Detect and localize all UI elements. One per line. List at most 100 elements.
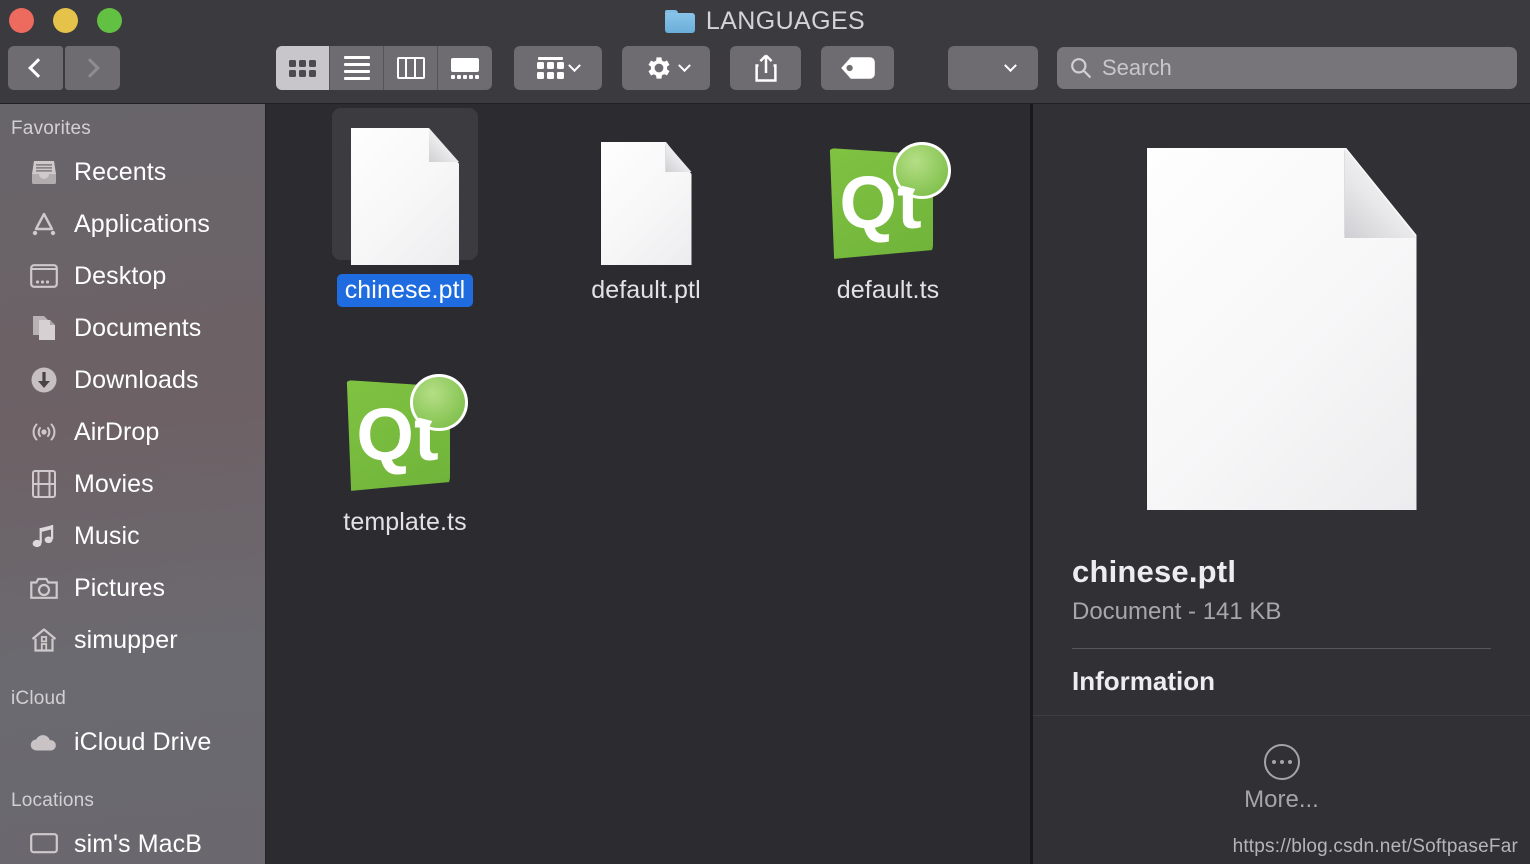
sidebar-item-recents[interactable]: Recents	[0, 146, 265, 198]
finder-window: LANGUAGES Search Favorites Recents Appli…	[0, 0, 1530, 864]
sidebar-item-applications[interactable]: Applications	[0, 198, 265, 250]
sidebar-item-desktop[interactable]: Desktop	[0, 250, 265, 302]
computer-icon	[28, 828, 60, 860]
sidebar-item-movies[interactable]: Movies	[0, 458, 265, 510]
sidebar-item-label: Desktop	[74, 261, 167, 290]
document-icon	[1146, 148, 1417, 510]
file-name: chinese.ptl	[336, 274, 474, 307]
file-item-default-ts[interactable]: Qt default.ts	[794, 113, 982, 307]
columns-icon	[396, 57, 425, 79]
recents-icon	[28, 156, 60, 188]
view-mode-segmented-control	[276, 46, 492, 90]
desktop-icon	[28, 260, 60, 292]
chevron-down-icon	[677, 58, 691, 72]
gallery-icon	[451, 57, 479, 79]
list-icon	[343, 56, 370, 80]
file-name: template.ts	[343, 508, 467, 536]
column-view-button[interactable]	[384, 46, 438, 90]
cloud-icon	[28, 726, 60, 758]
more-label: More...	[1244, 786, 1319, 813]
preview-panel: chinese.ptl Document - 141 KB Informatio…	[1033, 104, 1530, 864]
chevron-down-icon	[568, 58, 581, 72]
chevron-down-icon	[1003, 58, 1017, 72]
search-field[interactable]: Search	[1057, 47, 1517, 89]
share-button[interactable]	[730, 46, 801, 90]
gallery-view-button[interactable]	[438, 46, 492, 90]
forward-button[interactable]	[65, 46, 120, 90]
file-thumbnail	[552, 113, 740, 265]
grid-icon	[289, 59, 316, 77]
folder-icon	[664, 9, 695, 33]
watermark: https://blog.csdn.net/SoftpaseFar	[1232, 836, 1518, 857]
movies-icon	[28, 468, 60, 500]
sidebar-item-icloud-drive[interactable]: iCloud Drive	[0, 716, 265, 768]
documents-icon	[28, 312, 60, 344]
file-item-chinese-ptl[interactable]: chinese.ptl	[311, 108, 499, 307]
file-thumbnail: Qt	[311, 345, 499, 497]
list-view-button[interactable]	[330, 46, 384, 90]
file-grid: chinese.ptl default.ptl Qt default.ts Qt…	[267, 104, 1030, 864]
sidebar-item-label: Downloads	[74, 365, 199, 394]
sidebar-item-label: iCloud Drive	[74, 727, 212, 756]
preview-file-meta: Document - 141 KB	[1072, 598, 1282, 625]
ellipsis-circle-icon	[1263, 744, 1300, 780]
action-menu-button[interactable]	[622, 46, 710, 90]
window-title: LANGUAGES	[705, 6, 866, 35]
icon-view-button[interactable]	[276, 46, 330, 90]
chevron-right-icon	[80, 58, 100, 78]
qt-icon: Qt	[826, 142, 951, 265]
sidebar-item-simupper[interactable]: simupper	[0, 614, 265, 666]
sidebar-heading-favorites: Favorites	[11, 118, 91, 139]
music-icon	[28, 520, 60, 552]
search-icon	[1071, 58, 1091, 78]
tag-button[interactable]	[821, 46, 894, 90]
navigation-buttons	[8, 46, 120, 90]
arrange-button[interactable]	[514, 46, 602, 90]
file-name: default.ts	[836, 276, 940, 304]
sidebar-item-macbook[interactable]: sim's MacB	[0, 818, 265, 864]
qt-icon: Qt	[343, 374, 468, 497]
home-icon	[28, 624, 60, 656]
preview-section-heading: Information	[1072, 666, 1215, 696]
preview-thumbnail	[1033, 104, 1530, 554]
toolbar: LANGUAGES Search	[0, 0, 1530, 104]
file-thumbnail: Qt	[794, 113, 982, 265]
window-title-bar: LANGUAGES	[0, 4, 1530, 38]
arrange-grid-icon	[537, 57, 564, 79]
chevron-left-icon	[28, 58, 48, 78]
file-item-default-ptl[interactable]: default.ptl	[552, 113, 740, 307]
share-icon	[754, 54, 777, 82]
extra-dropdown-button[interactable]	[948, 46, 1038, 90]
sidebar-item-label: AirDrop	[74, 417, 160, 446]
file-item-template-ts[interactable]: Qt template.ts	[311, 345, 499, 539]
gear-icon	[648, 57, 669, 79]
applications-icon	[28, 208, 60, 240]
sidebar-item-pictures[interactable]: Pictures	[0, 562, 265, 614]
sidebar-heading-icloud: iCloud	[11, 688, 67, 709]
sidebar-item-music[interactable]: Music	[0, 510, 265, 562]
preview-section-divider	[1033, 715, 1530, 716]
document-icon	[600, 142, 692, 265]
sidebar-item-label: Pictures	[74, 573, 166, 602]
airdrop-icon	[28, 416, 60, 448]
sidebar-item-label: sim's MacB	[74, 829, 203, 858]
back-button[interactable]	[8, 46, 63, 90]
search-placeholder: Search	[1102, 55, 1172, 80]
sidebar-item-downloads[interactable]: Downloads	[0, 354, 265, 406]
downloads-icon	[28, 364, 60, 396]
sidebar-item-airdrop[interactable]: AirDrop	[0, 406, 265, 458]
sidebar-item-label: Music	[74, 521, 140, 550]
more-button[interactable]: More...	[1033, 744, 1530, 814]
sidebar-item-documents[interactable]: Documents	[0, 302, 265, 354]
preview-file-name: chinese.ptl	[1072, 554, 1237, 589]
sidebar-heading-locations: Locations	[11, 790, 95, 811]
sidebar-item-label: Documents	[74, 313, 202, 342]
sidebar-item-label: Recents	[74, 157, 167, 186]
sidebar-item-label: Applications	[74, 209, 211, 238]
file-name: default.ptl	[591, 276, 701, 304]
tag-icon	[840, 57, 875, 79]
sidebar-item-label: simupper	[74, 625, 178, 654]
pictures-icon	[28, 572, 60, 604]
document-icon	[351, 128, 459, 265]
sidebar-item-label: Movies	[74, 469, 154, 498]
